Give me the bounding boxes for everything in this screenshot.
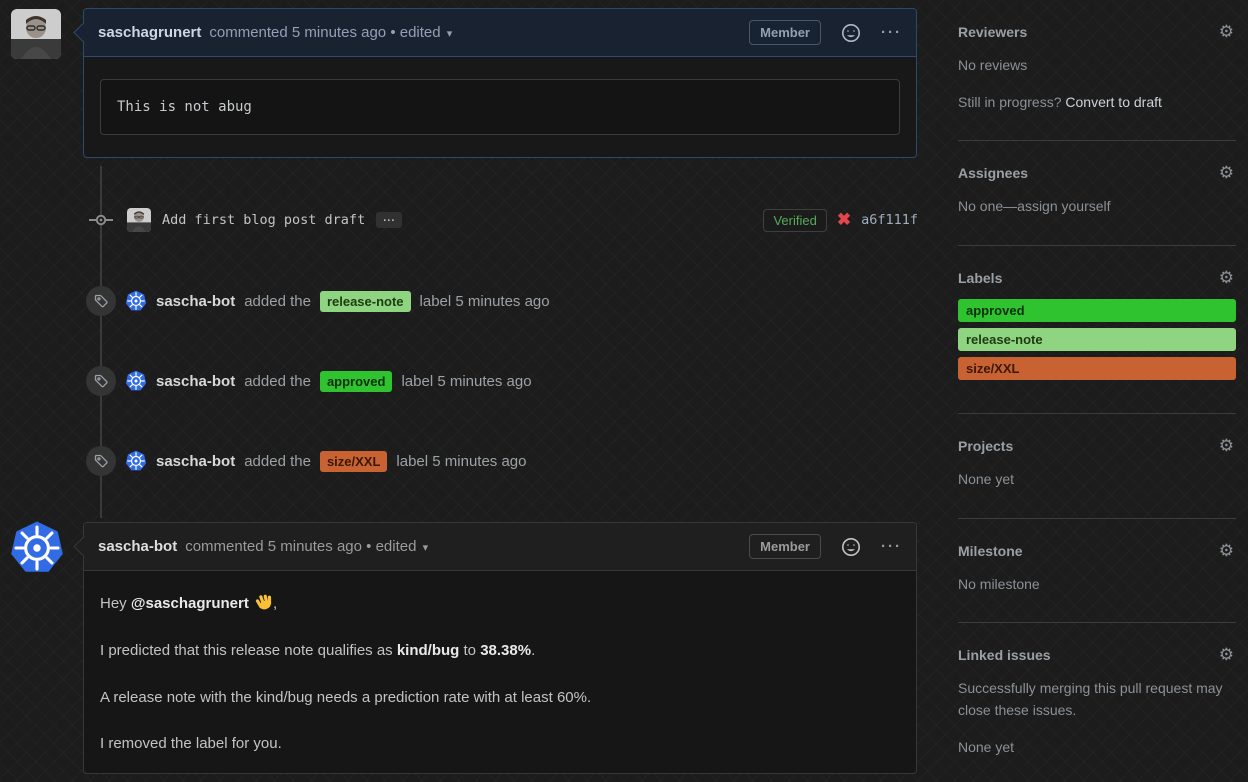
- comment-paragraph: I removed the label for you.: [100, 735, 282, 753]
- pr-sidebar: Reviewers ⚙ No reviews Still in progress…: [958, 0, 1236, 782]
- git-commit-icon: [86, 213, 116, 227]
- projects-empty: None yet: [958, 471, 1015, 488]
- comment-sascha-bot: sascha-bot commented 5 minutes ago • edi…: [9, 520, 917, 774]
- label-event-row: sascha-bot added the size/XXL label 5 mi…: [86, 446, 918, 476]
- avatar-saschagrunert[interactable]: [11, 9, 61, 59]
- labels-title: Labels: [958, 270, 1003, 287]
- sidebar-label-size-xxl[interactable]: size/XXL: [958, 357, 1236, 381]
- linked-issues-description: Successfully merging this pull request m…: [958, 680, 1223, 719]
- event-author-link[interactable]: sascha-bot: [156, 453, 235, 470]
- avatar-sascha-bot[interactable]: [9, 520, 65, 576]
- smiley-icon: [841, 23, 861, 42]
- comment-header: sascha-bot commented 5 minutes ago • edi…: [73, 523, 916, 571]
- event-time: label 5 minutes ago: [396, 452, 527, 470]
- comment-saschagrunert: saschagrunert commented 5 minutes ago • …: [11, 8, 917, 158]
- label-event-row: sascha-bot added the approved label 5 mi…: [86, 366, 918, 396]
- comment-meta: commented 5 minutes ago • edited ▾: [185, 538, 429, 555]
- comment-body: Hey @saschagrunert , I predicted that th…: [84, 571, 916, 773]
- chevron-down-icon: ▾: [422, 542, 429, 554]
- sascha-bot-avatar[interactable]: [125, 450, 147, 472]
- emoji-reaction-button[interactable]: [841, 537, 861, 557]
- event-text: added the: [244, 372, 311, 390]
- commit-message-link[interactable]: Add first blog post draft: [162, 212, 365, 228]
- status-failed-x-icon[interactable]: ✖: [837, 210, 851, 230]
- comment-header: saschagrunert commented 5 minutes ago • …: [73, 9, 916, 57]
- verified-badge[interactable]: Verified: [763, 208, 827, 232]
- assignees-empty: No one—assign yourself: [958, 198, 1111, 215]
- assign-yourself-link[interactable]: assign yourself: [1017, 198, 1110, 214]
- gear-icon[interactable]: ⚙: [1219, 541, 1234, 561]
- linked-issues-empty: None yet: [958, 738, 1015, 755]
- reviewers-title: Reviewers: [958, 24, 1028, 40]
- member-badge: Member: [749, 534, 821, 559]
- comment-code-block: This is not abug: [100, 79, 900, 135]
- event-time: label 5 minutes ago: [401, 372, 532, 390]
- comment-options-button[interactable]: ···: [881, 538, 902, 555]
- commit-expand-button[interactable]: ...: [376, 212, 403, 228]
- chevron-down-icon: ▾: [446, 28, 453, 40]
- tag-icon: [86, 366, 116, 396]
- label-pill[interactable]: approved: [319, 370, 393, 392]
- person-avatar-icon: [11, 9, 61, 59]
- comment-caret: [73, 23, 92, 42]
- event-text: added the: [244, 292, 311, 310]
- labels-list: approved release-note size/XXL: [958, 299, 1236, 381]
- linked-issues-title: Linked issues: [958, 647, 1051, 664]
- tag-icon: [86, 446, 116, 476]
- emoji-reaction-button[interactable]: [841, 23, 861, 43]
- gear-icon[interactable]: ⚙: [1219, 645, 1234, 665]
- sidebar-section-reviewers: Reviewers ⚙ No reviews Still in progress…: [958, 0, 1236, 142]
- gear-icon[interactable]: ⚙: [1219, 22, 1234, 42]
- comment-options-button[interactable]: ···: [881, 24, 902, 41]
- tag-icon: [86, 286, 116, 316]
- commit-event-row: Add first blog post draft ... Verified ✖…: [86, 206, 918, 234]
- edited-dropdown[interactable]: edited ▾: [376, 538, 429, 555]
- comment-body: This is not abug: [84, 57, 916, 157]
- pr-conversation-main: saschagrunert commented 5 minutes ago • …: [0, 0, 940, 782]
- reviewers-hint: Still in progress? Convert to draft: [958, 93, 1162, 110]
- sidebar-section-labels: Labels ⚙ approved release-note size/XXL: [958, 246, 1236, 415]
- comment-author-link[interactable]: saschagrunert: [98, 24, 201, 41]
- member-badge: Member: [749, 20, 821, 45]
- gear-icon[interactable]: ⚙: [1219, 163, 1234, 183]
- sascha-bot-avatar[interactable]: [125, 290, 147, 312]
- sidebar-label-approved[interactable]: approved: [958, 299, 1236, 323]
- milestone-empty: No milestone: [958, 575, 1040, 592]
- reviewers-empty: No reviews: [958, 57, 1028, 73]
- edited-dropdown[interactable]: edited ▾: [400, 24, 453, 41]
- sidebar-section-linked-issues: Linked issues ⚙ Successfully merging thi…: [958, 623, 1236, 782]
- comment-paragraph: I predicted that this release note quali…: [100, 641, 536, 659]
- assignees-title: Assignees: [958, 165, 1029, 182]
- wave-emoji-icon: [255, 593, 274, 611]
- event-time: label 5 minutes ago: [419, 292, 550, 310]
- projects-title: Projects: [958, 438, 1014, 455]
- commit-sha-link[interactable]: a6f111f: [861, 212, 918, 228]
- comment-meta: commented 5 minutes ago • edited ▾: [209, 24, 453, 41]
- sidebar-section-milestone: Milestone ⚙ No milestone: [958, 519, 1236, 624]
- smiley-icon: [841, 537, 861, 556]
- comment-paragraph: A release note with the kind/bug needs a…: [100, 688, 592, 706]
- label-event-row: sascha-bot added the release-note label …: [86, 286, 918, 316]
- comment-caret: [73, 537, 92, 556]
- sidebar-section-assignees: Assignees ⚙ No one—assign yourself: [958, 141, 1236, 247]
- gear-icon[interactable]: ⚙: [1219, 436, 1234, 456]
- milestone-title: Milestone: [958, 542, 1023, 559]
- sidebar-section-projects: Projects ⚙ None yet: [958, 414, 1236, 519]
- label-pill[interactable]: release-note: [319, 290, 411, 312]
- comment-author-link[interactable]: sascha-bot: [98, 538, 177, 555]
- convert-to-draft-link[interactable]: Convert to draft: [1065, 94, 1162, 110]
- sidebar-label-release-note[interactable]: release-note: [958, 328, 1236, 352]
- event-author-link[interactable]: sascha-bot: [156, 373, 235, 390]
- label-pill[interactable]: size/XXL: [319, 450, 388, 472]
- gear-icon[interactable]: ⚙: [1219, 268, 1234, 288]
- event-author-link[interactable]: sascha-bot: [156, 293, 235, 310]
- commit-author-avatar[interactable]: [127, 208, 151, 232]
- mention-link[interactable]: @saschagrunert: [131, 595, 249, 612]
- comment-paragraph: Hey @saschagrunert ,: [100, 591, 900, 615]
- event-text: added the: [244, 452, 311, 470]
- sascha-bot-avatar[interactable]: [125, 370, 147, 392]
